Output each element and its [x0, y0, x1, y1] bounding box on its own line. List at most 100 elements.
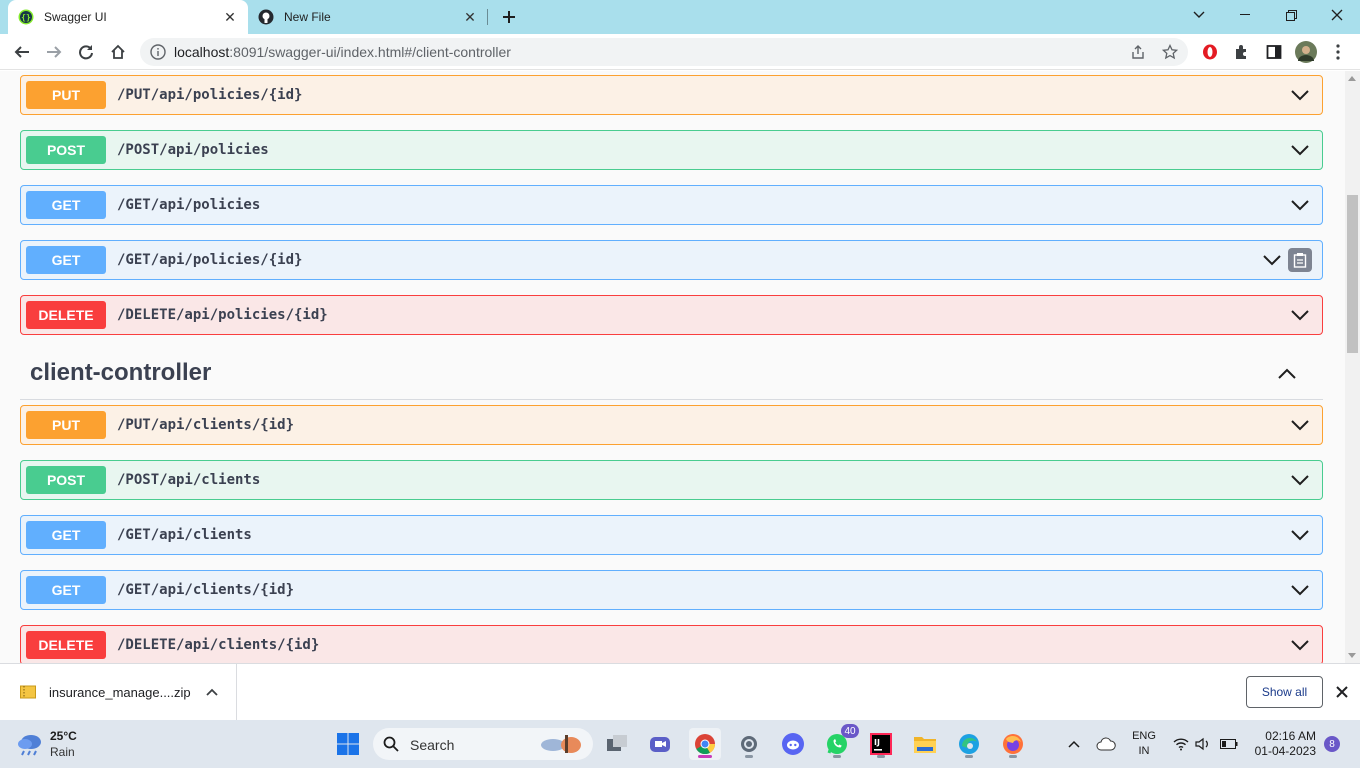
tag-section-header[interactable]: client-controller	[20, 351, 1323, 400]
extensions-button[interactable]	[1228, 38, 1256, 66]
operation-path: /DELETE/api/policies/{id}	[117, 307, 328, 323]
battery-icon	[1220, 739, 1238, 749]
wifi-tray-button[interactable]	[1172, 728, 1190, 760]
address-bar[interactable]: localhost:8091/swagger-ui/index.html#/cl…	[140, 38, 1188, 66]
chevron-down-icon[interactable]	[1262, 252, 1282, 268]
clock-time: 02:16 AM	[1265, 729, 1316, 743]
bookmark-star-icon[interactable]	[1162, 44, 1178, 60]
swagger-content: PUT /PUT/api/policies/{id} POST /POST/ap…	[0, 71, 1360, 663]
chevron-down-icon[interactable]	[1290, 197, 1310, 213]
open-indicator	[1009, 755, 1017, 758]
scroll-up-arrow[interactable]	[1348, 76, 1356, 81]
open-indicator	[745, 755, 753, 758]
gear-icon	[741, 736, 757, 752]
firefox-taskbar-button[interactable]	[997, 728, 1029, 760]
operation-put-clients-id[interactable]: PUT /PUT/api/clients/{id}	[20, 405, 1323, 445]
show-all-button[interactable]: Show all	[1246, 676, 1323, 708]
restore-button[interactable]	[1268, 0, 1314, 30]
open-indicator	[965, 755, 973, 758]
tag-title: client-controller	[30, 359, 212, 386]
close-icon[interactable]	[1334, 684, 1350, 700]
language-indicator[interactable]: ENG IN	[1128, 729, 1160, 759]
share-icon[interactable]	[1130, 44, 1146, 60]
onedrive-tray-button[interactable]	[1094, 728, 1118, 760]
tab-search-button[interactable]	[1176, 0, 1222, 30]
operation-delete-clients-id[interactable]: DELETE /DELETE/api/clients/{id}	[20, 625, 1323, 663]
method-badge: DELETE	[26, 301, 106, 329]
download-item[interactable]: insurance_manage....zip	[0, 664, 237, 721]
chevron-down-icon[interactable]	[1290, 472, 1310, 488]
settings-taskbar-button[interactable]	[733, 728, 765, 760]
clipboard-icon	[1293, 253, 1307, 268]
chevron-up-icon[interactable]	[1277, 366, 1297, 382]
side-panel-button[interactable]	[1260, 38, 1288, 66]
taskbar-search[interactable]: Search	[373, 728, 593, 760]
operation-put-policies-id[interactable]: PUT /PUT/api/policies/{id}	[20, 75, 1323, 115]
arrow-left-icon	[14, 46, 29, 58]
weather-widget[interactable]: 25°C Rain	[16, 728, 136, 760]
operation-path: /GET/api/policies	[117, 197, 261, 213]
reload-button[interactable]	[72, 38, 100, 66]
volume-tray-button[interactable]	[1194, 728, 1212, 760]
edge-taskbar-button[interactable]	[953, 728, 985, 760]
scrollbar-thumb[interactable]	[1347, 195, 1358, 353]
chrome-taskbar-button[interactable]	[689, 728, 721, 760]
tab-close-icon[interactable]: ✕	[222, 9, 238, 25]
opera-extension-button[interactable]	[1196, 38, 1224, 66]
minimize-button[interactable]	[1222, 0, 1268, 30]
tab-close-icon[interactable]: ✕	[462, 9, 478, 25]
teams-chat-button[interactable]	[644, 728, 676, 760]
system-clock[interactable]: 02:16 AM 01-04-2023	[1250, 729, 1316, 759]
intellij-icon: IJ	[870, 733, 892, 755]
chevron-up-icon[interactable]	[205, 686, 219, 698]
github-icon	[258, 9, 274, 25]
operation-get-clients-id[interactable]: GET /GET/api/clients/{id}	[20, 570, 1323, 610]
method-badge: PUT	[26, 411, 106, 439]
task-view-button[interactable]	[601, 728, 633, 760]
operation-get-policies[interactable]: GET /GET/api/policies	[20, 185, 1323, 225]
side-panel-icon	[1266, 45, 1282, 59]
notification-badge[interactable]: 8	[1324, 736, 1340, 752]
profile-avatar[interactable]	[1292, 38, 1320, 66]
windows-icon	[337, 733, 359, 755]
browser-menu-button[interactable]	[1324, 38, 1352, 66]
chevron-down-icon[interactable]	[1290, 87, 1310, 103]
discord-taskbar-button[interactable]	[777, 728, 809, 760]
intellij-taskbar-button[interactable]: IJ	[865, 728, 897, 760]
method-badge: POST	[26, 466, 106, 494]
search-label: Search	[410, 737, 455, 753]
operation-get-clients[interactable]: GET /GET/api/clients	[20, 515, 1323, 555]
weather-temperature: 25°C	[50, 729, 77, 743]
whatsapp-taskbar-button[interactable]: 40	[821, 724, 859, 760]
operation-post-clients[interactable]: POST /POST/api/clients	[20, 460, 1323, 500]
method-badge: POST	[26, 136, 106, 164]
operation-get-policies-id[interactable]: GET /GET/api/policies/{id}	[20, 240, 1323, 280]
scroll-down-arrow[interactable]	[1348, 653, 1356, 658]
close-window-button[interactable]	[1314, 0, 1360, 30]
show-hidden-icons-button[interactable]	[1064, 728, 1084, 760]
chevron-down-icon[interactable]	[1290, 582, 1310, 598]
chevron-down-icon[interactable]	[1290, 307, 1310, 323]
chevron-down-icon[interactable]	[1290, 637, 1310, 653]
operation-delete-policies-id[interactable]: DELETE /DELETE/api/policies/{id}	[20, 295, 1323, 335]
page-scrollbar[interactable]	[1345, 71, 1360, 663]
clock-date: 01-04-2023	[1254, 744, 1316, 758]
battery-tray-button[interactable]	[1218, 728, 1240, 760]
file-explorer-taskbar-button[interactable]	[909, 728, 941, 760]
download-file-name: insurance_manage....zip	[49, 685, 191, 700]
copy-to-clipboard-button[interactable]	[1288, 248, 1312, 272]
operation-post-policies[interactable]: POST /POST/api/policies	[20, 130, 1323, 170]
back-button[interactable]	[8, 38, 36, 66]
home-button[interactable]	[104, 38, 132, 66]
tab-swagger-ui[interactable]: {} Swagger UI ✕	[8, 0, 248, 34]
chevron-down-icon[interactable]	[1290, 417, 1310, 433]
chevron-down-icon[interactable]	[1290, 527, 1310, 543]
speaker-icon	[1195, 737, 1208, 751]
info-icon[interactable]	[150, 44, 166, 60]
windows-taskbar: 25°C Rain Search 40 IJ ENG IN 02:16 AM 0…	[0, 720, 1360, 768]
start-button[interactable]	[332, 728, 364, 760]
tab-new-file[interactable]: New File ✕	[248, 0, 488, 34]
chevron-down-icon[interactable]	[1290, 142, 1310, 158]
new-tab-button[interactable]	[498, 6, 520, 28]
forward-button[interactable]	[40, 38, 68, 66]
